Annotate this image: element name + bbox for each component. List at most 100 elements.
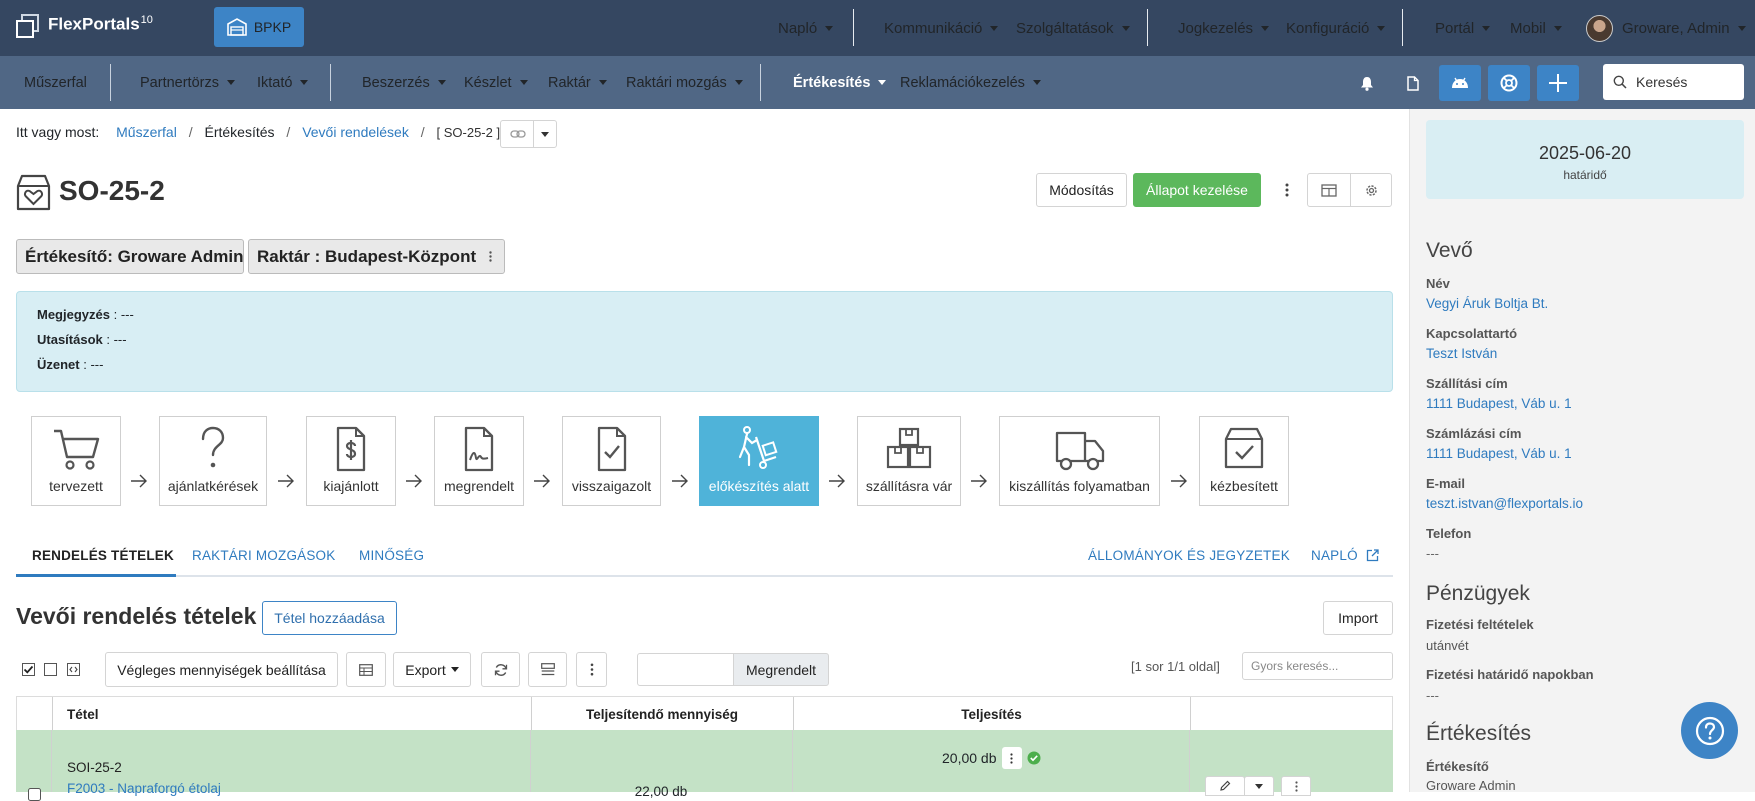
nav-naplo[interactable]: Napló	[778, 0, 834, 56]
checkbox-checked-icon[interactable]	[22, 663, 35, 676]
import-button[interactable]: Import	[1323, 601, 1393, 635]
subnav-raktar[interactable]: Raktár	[548, 56, 607, 109]
row-layout-button[interactable]	[528, 652, 567, 687]
link-icon	[509, 130, 526, 138]
app-logo[interactable]: FlexPortals10	[16, 14, 153, 38]
row-checkbox[interactable]	[28, 788, 41, 801]
subnav-ertekesites[interactable]: Értékesítés	[793, 56, 887, 109]
status-filter-input[interactable]	[637, 653, 734, 686]
workflow-step-kezbesitett[interactable]: kézbesített	[1199, 416, 1289, 506]
state-management-button[interactable]: Állapot kezelése	[1133, 173, 1261, 207]
checkbox-toggle-icon[interactable]	[67, 663, 80, 676]
row-more-button[interactable]	[1281, 776, 1311, 796]
customer-name-link[interactable]: Vegyi Áruk Boltja Bt.	[1426, 296, 1548, 311]
edit-button[interactable]: Módosítás	[1036, 173, 1127, 207]
row-dropdown-button[interactable]	[1244, 776, 1274, 796]
billing-address-link[interactable]: 1111 Budapest, Váb u. 1	[1426, 446, 1572, 461]
nav-szolgaltatasok[interactable]: Szolgáltatások	[1016, 0, 1130, 56]
add-item-button[interactable]: Tétel hozzáadása	[262, 601, 397, 635]
subnav-beszerzes[interactable]: Beszerzés	[362, 56, 446, 109]
documents-button[interactable]	[1392, 65, 1434, 101]
shipping-address-link[interactable]: 1111 Budapest, Váb u. 1	[1426, 396, 1572, 411]
workflow-step-elokeszites-alatt[interactable]: előkészítés alatt	[699, 416, 819, 506]
tab-minoseg[interactable]: MINŐSÉG	[359, 548, 424, 563]
avatar	[1586, 14, 1613, 42]
column-header-teljesites[interactable]: Teljesítés	[793, 697, 1190, 731]
workflow-step-megrendelt[interactable]: megrendelt	[434, 416, 524, 506]
workflow-step-visszaigazolt[interactable]: visszaigazolt	[562, 416, 661, 506]
table-header: Tétel Teljesítendő mennyiség Teljesítés	[16, 696, 1393, 731]
workflow-step-kiszallitas-folyamatban[interactable]: kiszállítás folyamatban	[999, 416, 1160, 506]
android-button[interactable]	[1439, 65, 1481, 101]
columns-button[interactable]	[346, 652, 386, 687]
notifications-button[interactable]	[1346, 65, 1388, 101]
company-button[interactable]: BPKP	[214, 7, 304, 47]
subnav-keszlet[interactable]: Készlet	[464, 56, 528, 109]
checkbox-empty-icon[interactable]	[44, 663, 57, 676]
global-search[interactable]: Keresés	[1603, 64, 1744, 100]
kebab-icon[interactable]	[489, 251, 492, 262]
tab-rendeles-tetelek[interactable]: RENDELÉS TÉTELEK	[32, 548, 174, 563]
nav-mobil[interactable]: Mobil	[1510, 0, 1562, 56]
tab-naplo[interactable]: NAPLÓ	[1311, 548, 1379, 563]
subnav-partnertorzs[interactable]: Partnertörzs	[140, 56, 235, 109]
export-button[interactable]: Export	[393, 652, 471, 687]
nav-kommunikacio[interactable]: Kommunikáció	[884, 0, 999, 56]
workflow-step-tervezett[interactable]: tervezett	[31, 416, 121, 506]
nav-jogkezeles[interactable]: Jogkezelés	[1178, 0, 1270, 56]
breadcrumb-link-muszerfal[interactable]: Műszerfal	[116, 124, 177, 140]
help-button[interactable]	[1681, 702, 1738, 759]
divider	[760, 64, 761, 101]
caret-down-icon	[734, 80, 743, 85]
tab-allomanyok-es-jegyzetek[interactable]: ÁLLOMÁNYOK ÉS JEGYZETEK	[1088, 548, 1290, 563]
copy-link-button[interactable]	[500, 120, 534, 148]
divider	[853, 9, 854, 46]
column-header-tetel[interactable]: Tétel	[67, 697, 99, 731]
layout-button[interactable]	[1307, 173, 1351, 207]
sidebar-border	[1409, 109, 1410, 792]
gear-icon	[1365, 184, 1377, 196]
column-divider	[792, 730, 793, 792]
link-dropdown-button[interactable]	[533, 120, 557, 148]
user-menu[interactable]: Groware, Admin	[1586, 0, 1746, 56]
warehouse-tag[interactable]: Raktár : Budapest-Központ	[248, 239, 505, 274]
breadcrumb-link-vevoi-rendelesek[interactable]: Vevői rendelések	[302, 124, 409, 140]
subnav-raktari-mozgas[interactable]: Raktári mozgás	[626, 56, 743, 109]
workflow-step-kiajanlott[interactable]: kiajánlott	[306, 416, 396, 506]
set-final-quantities-button[interactable]: Végleges mennyiségek beállítása	[105, 652, 338, 687]
more-actions-button[interactable]	[1277, 173, 1297, 207]
add-new-button[interactable]	[1537, 65, 1579, 101]
item-product-link[interactable]: F2003 - Napraforgó étolaj	[67, 781, 221, 796]
notes-panel: Megjegyzés : --- Utasítások : --- Üzenet…	[16, 291, 1393, 392]
warehouse-icon	[227, 18, 247, 36]
subnav-label: Partnertörzs	[140, 74, 219, 91]
nav-konfiguracio[interactable]: Konfiguráció	[1286, 0, 1386, 56]
nav-label: Portál	[1435, 19, 1475, 37]
caret-down-icon	[990, 25, 999, 31]
nav-portal[interactable]: Portál	[1435, 0, 1491, 56]
quick-search-input[interactable]: Gyors keresés...	[1242, 652, 1393, 680]
status-filter-button[interactable]: Megrendelt	[733, 653, 829, 686]
deadline-label: határidő	[1563, 168, 1607, 182]
row-edit-button[interactable]	[1205, 776, 1245, 796]
divider	[330, 64, 331, 101]
column-header-teljesitendo[interactable]: Teljesítendő mennyiség	[531, 697, 793, 731]
contact-link[interactable]: Teszt István	[1426, 346, 1497, 361]
fulfillment-menu-button[interactable]	[1001, 747, 1022, 769]
tab-raktari-mozgasok[interactable]: RAKTÁRI MOZGÁSOK	[192, 548, 335, 563]
table-row: SOI-25-2 F2003 - Napraforgó étolaj 22,00…	[16, 730, 1393, 801]
workflow-step-ajanlatkeresek[interactable]: ajánlatkérések	[159, 416, 267, 506]
item-fulfilled: 20,00 db	[942, 750, 997, 766]
settings-button[interactable]	[1350, 173, 1392, 207]
subnav-reklamaciokezeles[interactable]: Reklamációkezelés	[900, 56, 1041, 109]
step-label: kiszállítás folyamatban	[1009, 478, 1150, 494]
subnav-muszerfal[interactable]: Műszerfal	[24, 56, 87, 109]
divider	[110, 64, 111, 101]
toolbar-more-button[interactable]	[576, 652, 607, 687]
email-link[interactable]: teszt.istvan@flexportals.io	[1426, 496, 1583, 511]
subnav-iktato[interactable]: Iktató	[257, 56, 309, 109]
caret-down-icon	[226, 80, 235, 85]
support-button[interactable]	[1488, 65, 1530, 101]
refresh-button[interactable]	[481, 652, 520, 687]
workflow-step-szallitasra-var[interactable]: szállításra vár	[857, 416, 961, 506]
